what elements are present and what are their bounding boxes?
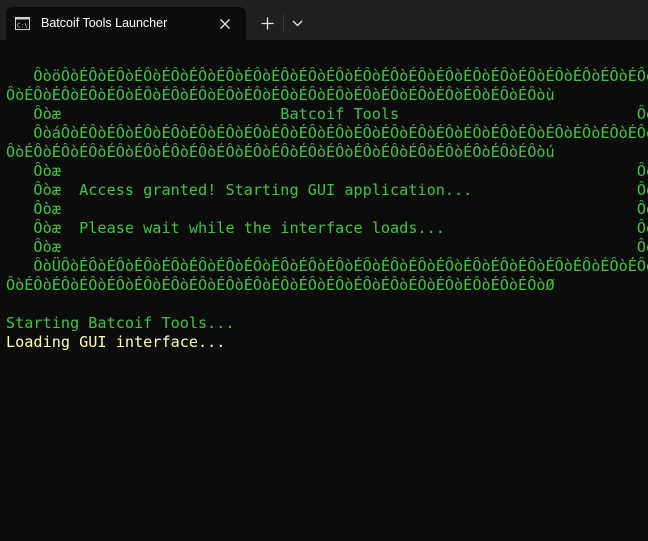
status-loading: Loading GUI interface...	[6, 333, 226, 351]
terminal-icon: C:\	[15, 17, 30, 30]
box-top-border-wrap: ÔòÉÔòÉÔòÉÔòÉÔòÉÔòÉÔòÉÔòÉÔòÉÔòÉÔòÉÔòÉÔòÉÔ…	[6, 86, 555, 104]
close-tab-button[interactable]	[214, 13, 236, 35]
chevron-down-icon	[292, 20, 302, 26]
box-top-border: ÔòöÔòÉÔòÉÔòÉÔòÉÔòÉÔòÉÔòÉÔòÉÔòÉÔòÉÔòÉÔòÉÔ…	[33, 67, 648, 85]
status-starting: Starting Batcoif Tools...	[6, 314, 235, 332]
titlebar-divider	[283, 14, 284, 32]
box-empty-line: Ôòæ Ôòæ	[6, 162, 648, 180]
box-separator: ÔòáÔòÉÔòÉÔòÉÔòÉÔòÉÔòÉÔòÉÔòÉÔòÉÔòÉÔòÉÔòÉÔ…	[33, 124, 648, 142]
box-bottom-border: ÔòÜÔòÉÔòÉÔòÉÔòÉÔòÉÔòÉÔòÉÔòÉÔòÉÔòÉÔòÉÔòÉÔ…	[33, 257, 648, 275]
title-bar: C:\ Batcoif Tools Launcher	[0, 0, 648, 40]
box-message-please-wait: Ôòæ Please wait while the interface load…	[6, 219, 648, 237]
box-title-line: Ôòæ Batcoif Tools Ôòæ	[6, 105, 648, 123]
new-tab-button[interactable]	[256, 12, 278, 34]
tab-batcoif-tools-launcher[interactable]: C:\ Batcoif Tools Launcher	[6, 7, 246, 40]
tab-dropdown-button[interactable]	[286, 12, 308, 34]
tab-title: Batcoif Tools Launcher	[41, 16, 168, 30]
box-message-access-granted: Ôòæ Access granted! Starting GUI applica…	[6, 181, 648, 199]
box-empty-line: Ôòæ Ôòæ	[6, 200, 648, 218]
terminal-window: C:\ Batcoif Tools Launcher ÔòöÔòÉÔòÉÔòÉÔ…	[0, 0, 648, 541]
svg-text:C:\: C:\	[17, 23, 28, 30]
terminal-output[interactable]: ÔòöÔòÉÔòÉÔòÉÔòÉÔòÉÔòÉÔòÉÔòÉÔòÉÔòÉÔòÉÔòÉÔ…	[6, 48, 648, 541]
close-icon	[220, 19, 230, 29]
box-separator-wrap: ÔòÉÔòÉÔòÉÔòÉÔòÉÔòÉÔòÉÔòÉÔòÉÔòÉÔòÉÔòÉÔòÉÔ…	[6, 143, 555, 161]
box-empty-line: Ôòæ Ôòæ	[6, 238, 648, 256]
plus-icon	[261, 17, 273, 29]
box-bottom-border-wrap: ÔòÉÔòÉÔòÉÔòÉÔòÉÔòÉÔòÉÔòÉÔòÉÔòÉÔòÉÔòÉÔòÉÔ…	[6, 276, 555, 294]
